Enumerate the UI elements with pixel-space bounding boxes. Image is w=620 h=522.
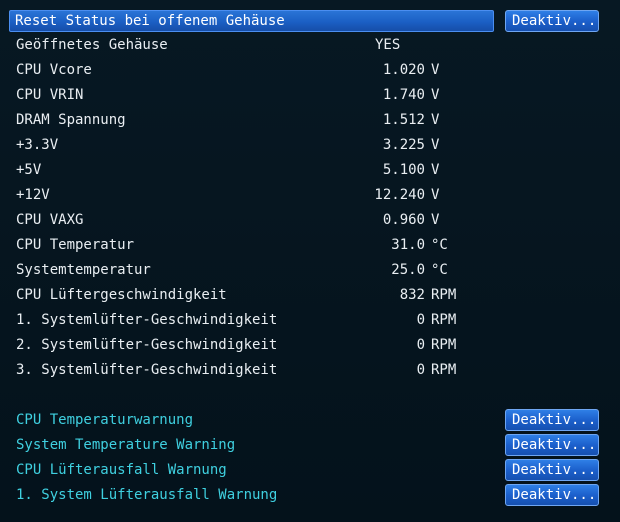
reading-label: CPU Vcore — [16, 62, 92, 78]
reset-chassis-status-label: Reset Status bei offenem Gehäuse — [15, 13, 285, 29]
reading-unit: RPM — [431, 287, 457, 303]
reading-value: 1.020 — [382, 62, 425, 78]
reading-label: DRAM Spannung — [16, 112, 126, 128]
reading-unit: V — [431, 212, 440, 228]
reading-row: 2. Systemlüfter-Geschwindigkeit 0 RPM — [0, 335, 620, 355]
reading-row: CPU Vcore 1.020 V — [0, 60, 620, 80]
bios-hardware-monitor-screen: Reset Status bei offenem Gehäuse Deaktiv… — [0, 0, 620, 522]
cpu-temp-warning-dropdown[interactable]: Deaktiv... — [505, 409, 599, 431]
chassis-open-row: Geöffnetes Gehäuse YES — [0, 35, 620, 55]
reading-label: 2. Systemlüfter-Geschwindigkeit — [16, 337, 278, 353]
reading-unit: V — [431, 137, 440, 153]
reading-label: Systemtemperatur — [16, 262, 151, 278]
reading-row: CPU Lüftergeschwindigkeit 832 RPM — [0, 285, 620, 305]
reading-label: +12V — [16, 187, 50, 203]
reading-value: 25.0 — [391, 262, 425, 278]
reading-row: +5V 5.100 V — [0, 160, 620, 180]
reading-value: 1.740 — [382, 87, 425, 103]
reading-row: 3. Systemlüfter-Geschwindigkeit 0 RPM — [0, 360, 620, 380]
system-temp-warning-dropdown[interactable]: Deaktiv... — [505, 434, 599, 456]
reading-row: DRAM Spannung 1.512 V — [0, 110, 620, 130]
reading-row: +12V 12.240 V — [0, 185, 620, 205]
reading-label: CPU Temperatur — [16, 237, 135, 253]
cpu-temp-warning-label: CPU Temperaturwarnung — [16, 412, 194, 428]
reading-row: 1. Systemlüfter-Geschwindigkeit 0 RPM — [0, 310, 620, 330]
reading-unit: RPM — [431, 362, 457, 378]
reset-chassis-status-dropdown[interactable]: Deaktiv... — [505, 10, 599, 32]
system-temp-warning-label: System Temperature Warning — [16, 437, 236, 453]
reading-unit: °C — [431, 262, 448, 278]
reading-unit: V — [431, 62, 440, 78]
reading-label: CPU VRIN — [16, 87, 84, 103]
reading-label: 3. Systemlüfter-Geschwindigkeit — [16, 362, 278, 378]
reading-unit: V — [431, 112, 440, 128]
reading-unit: V — [431, 162, 440, 178]
reading-value: 31.0 — [391, 237, 425, 253]
reading-value: 5.100 — [382, 162, 425, 178]
reading-value: 832 — [399, 287, 425, 303]
chassis-open-value: YES — [375, 37, 401, 53]
reading-value: 0 — [416, 312, 425, 328]
reading-row: +3.3V 3.225 V — [0, 135, 620, 155]
reading-label: 1. Systemlüfter-Geschwindigkeit — [16, 312, 278, 328]
reading-label: +3.3V — [16, 137, 59, 153]
reading-label: CPU Lüftergeschwindigkeit — [16, 287, 227, 303]
reading-value: 12.240 — [374, 187, 425, 203]
cpu-fan-fail-warning-label: CPU Lüfterausfall Warnung — [16, 462, 227, 478]
cpu-fan-fail-warning-dropdown[interactable]: Deaktiv... — [505, 459, 599, 481]
reading-label: +5V — [16, 162, 42, 178]
reading-row: CPU VRIN 1.740 V — [0, 85, 620, 105]
reading-unit: V — [431, 87, 440, 103]
reading-unit: °C — [431, 237, 448, 253]
reading-unit: RPM — [431, 337, 457, 353]
system-fan-fail-warning-dropdown[interactable]: Deaktiv... — [505, 484, 599, 506]
reading-value: 0 — [416, 362, 425, 378]
chassis-open-label: Geöffnetes Gehäuse — [16, 37, 168, 53]
system-fan-fail-warning-label: 1. System Lüfterausfall Warnung — [16, 487, 278, 503]
reading-unit: RPM — [431, 312, 457, 328]
reading-label: CPU VAXG — [16, 212, 84, 228]
reading-value: 1.512 — [382, 112, 425, 128]
reading-value: 3.225 — [382, 137, 425, 153]
reading-row: CPU Temperatur 31.0 °C — [0, 235, 620, 255]
reading-row: Systemtemperatur 25.0 °C — [0, 260, 620, 280]
reading-row: CPU VAXG 0.960 V — [0, 210, 620, 230]
reading-unit: V — [431, 187, 440, 203]
reading-value: 0 — [416, 337, 425, 353]
reading-value: 0.960 — [382, 212, 425, 228]
